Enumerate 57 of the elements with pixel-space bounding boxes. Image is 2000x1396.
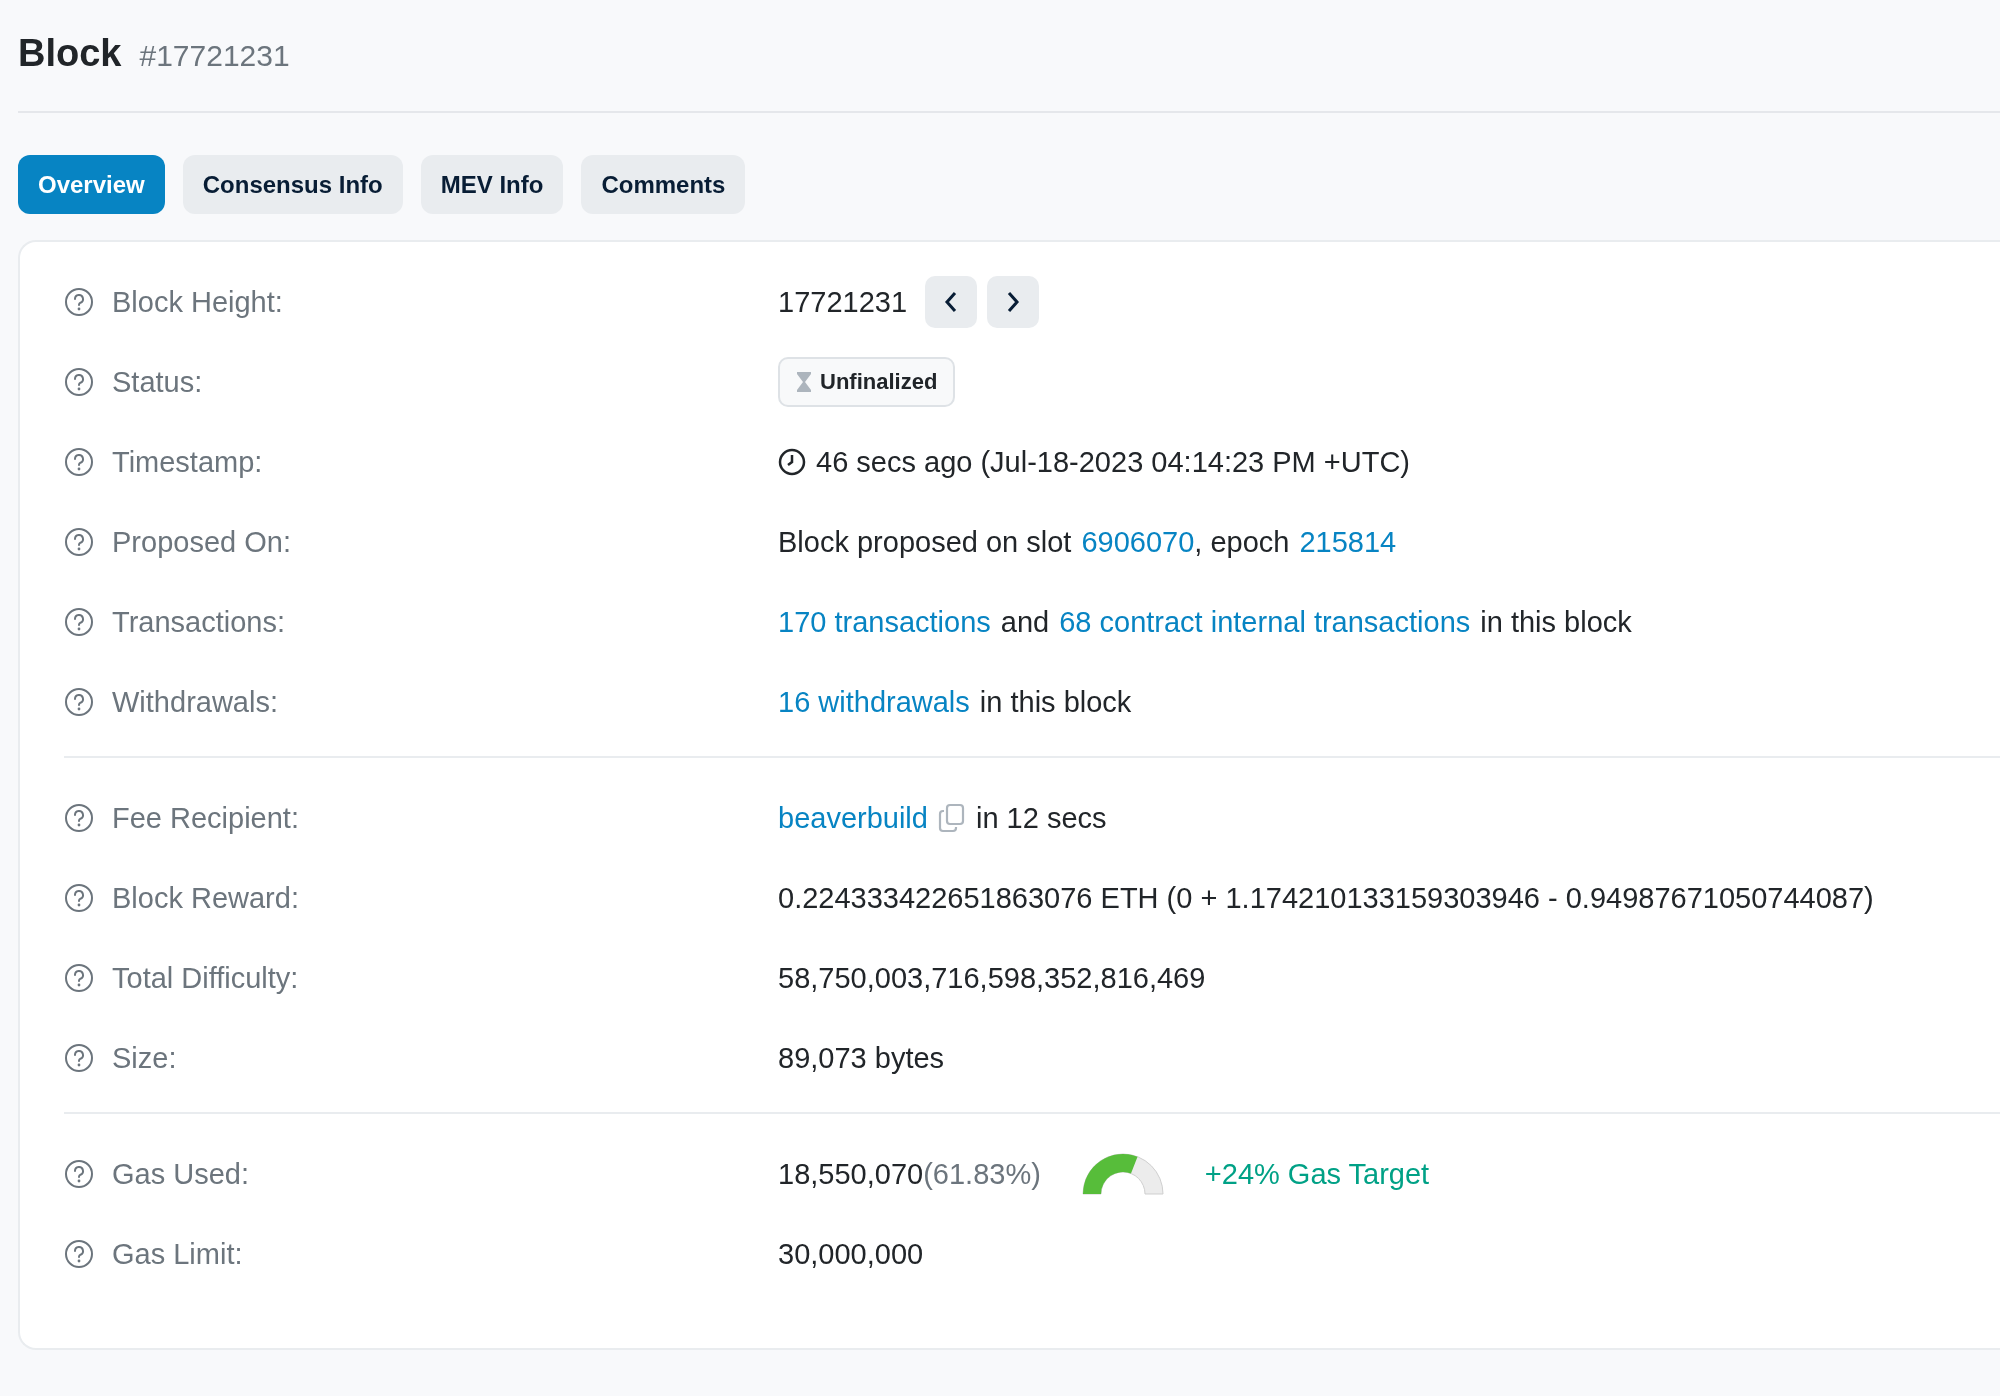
value-text: in 12 secs (975, 801, 1107, 835)
field-value: 0.224333422651863076 ETH (0 + 1.174210133159303946 - 0.94987671050744087) (778, 881, 1874, 915)
help-icon (64, 803, 94, 833)
hourglass-icon (796, 371, 812, 393)
field-value: 89,073 bytes (778, 1041, 945, 1075)
page-title: Block (18, 32, 122, 75)
field-label: Fee Recipient: (112, 801, 299, 835)
value-text: Block proposed on slot (778, 525, 1072, 559)
status-badge: Unfinalized (778, 357, 956, 407)
value-text: in this block (1480, 605, 1632, 639)
help-icon (64, 687, 94, 717)
field-value: 58,750,003,716,598,352,816,469 (778, 961, 1206, 995)
field-label: Transactions: (112, 605, 285, 639)
field-label: Timestamp: (112, 445, 263, 479)
value-text: in this block (979, 685, 1132, 719)
tab[interactable]: Overview (18, 155, 165, 214)
help-icon (64, 447, 94, 477)
tab[interactable]: MEV Info (420, 155, 564, 214)
gas-used-percent: (61.83%) (923, 1157, 1041, 1190)
value-text: and (1000, 605, 1050, 639)
help-icon (64, 963, 94, 993)
help-icon (64, 367, 94, 397)
gas-used-value: 18,550,070(61.83%) (778, 1157, 1041, 1191)
help-icon (64, 1043, 94, 1073)
chevron-right-icon (1005, 291, 1022, 313)
clock-icon (778, 448, 806, 476)
field-label: Status: (112, 365, 203, 399)
value-link[interactable]: beaverbuild (778, 801, 928, 835)
tab[interactable]: Comments (581, 155, 746, 214)
field-label: Withdrawals: (112, 685, 278, 719)
previous-block-button[interactable] (925, 276, 978, 328)
help-icon (64, 1239, 94, 1269)
tab[interactable]: Consensus Info (182, 155, 403, 214)
value-link[interactable]: 6906070 (1081, 525, 1195, 559)
help-icon (64, 287, 94, 317)
field-label: Block Reward: (112, 881, 299, 915)
field-label: Total Difficulty: (112, 961, 299, 995)
field-value: 30,000,000 (778, 1237, 924, 1271)
help-icon (64, 607, 94, 637)
field-label: Size: (112, 1041, 177, 1075)
help-icon (64, 1159, 94, 1189)
value-text: , epoch (1194, 525, 1290, 559)
block-height-value: 17721231 (778, 285, 908, 319)
value-link[interactable]: 16 withdrawals (778, 685, 970, 719)
timestamp-value: 46 secs ago (Jul-18-2023 04:14:23 PM +UTC) (816, 445, 1410, 479)
value-link[interactable]: 215814 (1299, 525, 1397, 559)
next-block-button[interactable] (987, 276, 1040, 328)
value-link[interactable]: 170 transactions (778, 605, 991, 639)
field-label: Gas Limit: (112, 1237, 243, 1271)
help-icon (64, 883, 94, 913)
help-icon (64, 527, 94, 557)
field-label: Proposed On: (112, 525, 291, 559)
gas-target-text: +24% Gas Target (1204, 1157, 1430, 1191)
block-number: #17721231 (139, 39, 290, 73)
field-label: Gas Used: (112, 1157, 249, 1191)
field-label: Block Height: (112, 285, 283, 319)
value-link[interactable]: 68 contract internal transactions (1059, 605, 1471, 639)
